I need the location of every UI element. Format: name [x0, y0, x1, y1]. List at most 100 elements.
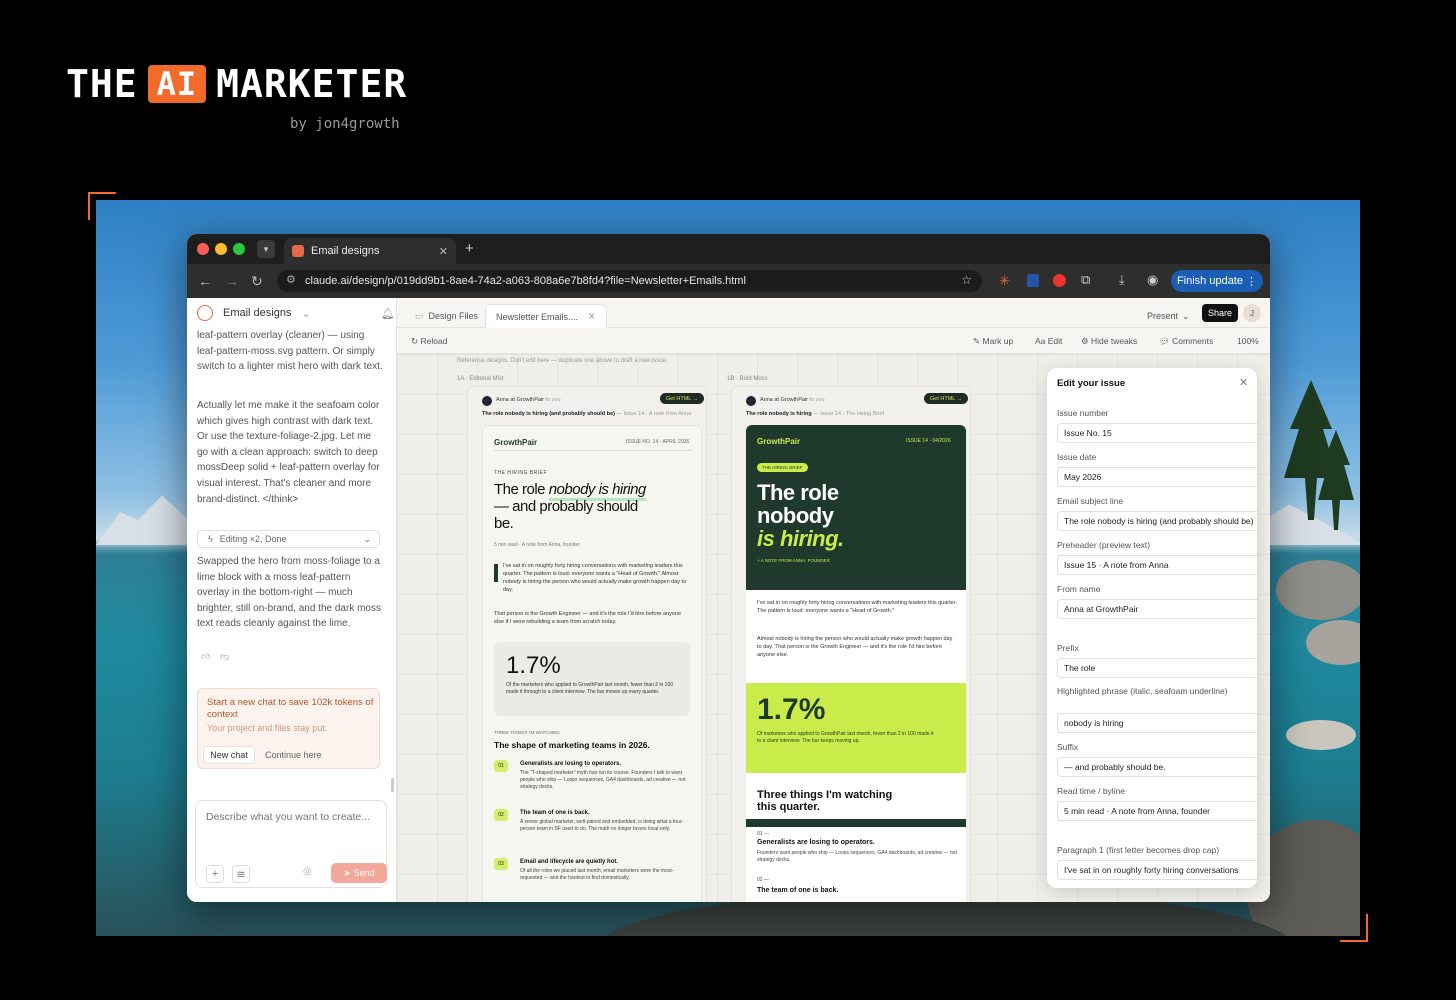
- profile-icon[interactable]: ◉: [1147, 272, 1158, 288]
- assistant-message: Actually let me make it the seafoam colo…: [197, 400, 380, 505]
- tab-newsletter-emails[interactable]: Newsletter Emails.... ✕: [485, 304, 607, 328]
- field-label: Email subject line: [1057, 496, 1124, 506]
- read-time-input[interactable]: [1057, 801, 1257, 821]
- hide-tweaks-button[interactable]: ⚙ Hide tweaks: [1081, 336, 1137, 347]
- recipient: to you: [545, 397, 561, 403]
- url-text: claude.ai/design/p/019dd9b1-8ae4-74a2-a0…: [305, 275, 746, 287]
- list-number: 03: [494, 858, 508, 870]
- extension-icon[interactable]: [1053, 274, 1066, 287]
- send-button[interactable]: ➤ Send: [331, 863, 387, 883]
- maximize-window-button[interactable]: [233, 243, 245, 255]
- brand-logo: THE AI MARKETER: [66, 62, 407, 106]
- send-arrow-icon: ➤: [343, 867, 354, 878]
- editing-status-toggle[interactable]: ϟ Editing ×2, Done ⌄: [197, 530, 380, 548]
- extension-icon[interactable]: [1027, 274, 1039, 287]
- issue-date-input[interactable]: [1057, 467, 1257, 487]
- list-item-title: Generalists are losing to operators.: [520, 761, 622, 767]
- close-window-button[interactable]: [197, 243, 209, 255]
- boulder: [1276, 560, 1360, 620]
- reload-icon[interactable]: ↻: [251, 273, 263, 290]
- stat-text: Of marketers who applied to GrowthPair l…: [757, 731, 934, 744]
- forward-arrow-icon[interactable]: →: [225, 273, 239, 289]
- email-card-editorial-mist[interactable]: Anna at GrowthPair to you Get HTML → The…: [467, 386, 707, 902]
- back-arrow-icon[interactable]: ←: [198, 273, 212, 289]
- list-item-text: The "T-shaped marketer" myth has run its…: [520, 770, 686, 790]
- preheader-input[interactable]: [1057, 555, 1257, 575]
- close-tab-icon[interactable]: ✕: [588, 311, 596, 322]
- mark-up-button[interactable]: ✎ Mark up: [973, 336, 1013, 347]
- present-dropdown[interactable]: Present ⌄: [1137, 304, 1200, 328]
- issue-number-input[interactable]: [1057, 423, 1257, 443]
- download-icon[interactable]: ⤓: [1119, 272, 1125, 288]
- list-number: 02: [494, 809, 508, 821]
- settings-icon[interactable]: ◎: [303, 866, 312, 877]
- voice-waveform-icon[interactable]: ≋: [232, 865, 250, 883]
- edit-button[interactable]: Aa Edit: [1035, 336, 1062, 346]
- notice-subtitle: Your project and files stay put.: [207, 723, 328, 733]
- extensions-puzzle-icon[interactable]: ⧉: [1081, 272, 1090, 288]
- avatar[interactable]: J: [1243, 304, 1261, 322]
- email-paragraph: That person is the Growth Engineer — and…: [494, 611, 682, 625]
- new-tab-button[interactable]: +: [465, 240, 474, 257]
- highlighted-phrase-input[interactable]: [1057, 713, 1257, 733]
- chevron-down-icon[interactable]: ⌄: [301, 307, 310, 320]
- thumbs-down-icon[interactable]: 👎︎: [220, 651, 229, 662]
- zoom-level[interactable]: 100%: [1237, 336, 1259, 346]
- section-title: Three things I'm watching this quarter.: [757, 789, 893, 813]
- add-attachment-icon[interactable]: +: [206, 865, 224, 883]
- list-number: 01: [494, 760, 508, 772]
- new-chat-button[interactable]: New chat: [203, 746, 255, 764]
- scrollbar[interactable]: [391, 778, 394, 792]
- brand-marketer: MARKETER: [216, 62, 408, 106]
- assistant-message: Swapped the hero from moss-foliage to a …: [197, 556, 381, 630]
- chevron-down-icon: ⌄: [1182, 310, 1190, 321]
- prefix-input[interactable]: [1057, 658, 1257, 678]
- finish-update-button[interactable]: Finish update ⋮: [1171, 270, 1263, 292]
- share-button[interactable]: Share: [1202, 304, 1238, 322]
- boulder: [1306, 620, 1360, 665]
- from-name-input[interactable]: [1057, 599, 1257, 619]
- tab-list-chevron-icon[interactable]: ▾: [257, 240, 275, 258]
- minimize-window-button[interactable]: [215, 243, 227, 255]
- section-bar: [746, 819, 966, 827]
- close-tab-icon[interactable]: ✕: [439, 245, 448, 258]
- email-headline: The role nobody is hiring — and probably…: [494, 481, 646, 532]
- brand-byline: by jon4growth: [290, 116, 400, 132]
- suffix-input[interactable]: [1057, 757, 1257, 777]
- get-html-button[interactable]: Get HTML →: [924, 393, 969, 404]
- notification-bell-icon[interactable]: 🔔︎: [381, 307, 395, 320]
- browser-tab[interactable]: Email designs ✕: [284, 238, 456, 264]
- thumbs-up-icon[interactable]: 👍︎: [201, 651, 210, 662]
- claude-extension-icon[interactable]: ✳: [999, 273, 1010, 289]
- file-tabs-bar: ▭ Design Files Newsletter Emails.... ✕ Pre…: [397, 298, 1270, 328]
- stat-value: 1.7%: [757, 693, 826, 726]
- site-settings-icon[interactable]: ⚙: [286, 273, 296, 286]
- field-label: Read time / byline: [1057, 786, 1126, 796]
- file-icon: ▭: [415, 310, 424, 321]
- subject-line-input[interactable]: [1057, 511, 1257, 531]
- boulder: [1286, 720, 1356, 750]
- url-field[interactable]: ⚙ claude.ai/design/p/019dd9b1-8ae4-74a2-…: [277, 270, 982, 292]
- prompt-input[interactable]: [206, 811, 381, 823]
- recipient: to you: [809, 397, 825, 403]
- email-preview: GrowthPair ISSUE 14 · 04/2026 THE HIRING…: [746, 425, 966, 902]
- chat-sidebar: Email designs ⌄ 🔔︎ leaf-pattern overlay …: [187, 298, 397, 902]
- project-title[interactable]: Email designs: [223, 307, 291, 319]
- close-panel-icon[interactable]: ✕: [1239, 376, 1248, 389]
- tab-title: Email designs: [311, 245, 380, 257]
- comments-button[interactable]: 💬︎ Comments: [1159, 336, 1213, 347]
- artboard-label: 1B · Bold Moss: [727, 376, 768, 382]
- get-html-button[interactable]: Get HTML →: [660, 393, 705, 404]
- reload-button[interactable]: ↻ Reload: [411, 336, 447, 347]
- field-label: Paragraph 1 (first letter becomes drop c…: [1057, 845, 1220, 855]
- list-number: 02 —: [757, 877, 769, 883]
- issue-label: ISSUE 14 · 04/2026: [906, 438, 951, 444]
- tab-design-files[interactable]: ▭ Design Files: [405, 304, 488, 328]
- field-label: Issue date: [1057, 452, 1097, 462]
- brand-ai-badge: AI: [147, 65, 207, 103]
- continue-here-button[interactable]: Continue here: [265, 750, 322, 760]
- bookmark-star-icon[interactable]: ☆: [961, 273, 972, 287]
- list-item-title: Email and lifecycle are quietly hot.: [520, 859, 619, 865]
- paragraph-1-input[interactable]: [1057, 860, 1257, 880]
- email-card-bold-moss[interactable]: Anna at GrowthPair to you Get HTML → The…: [731, 386, 971, 902]
